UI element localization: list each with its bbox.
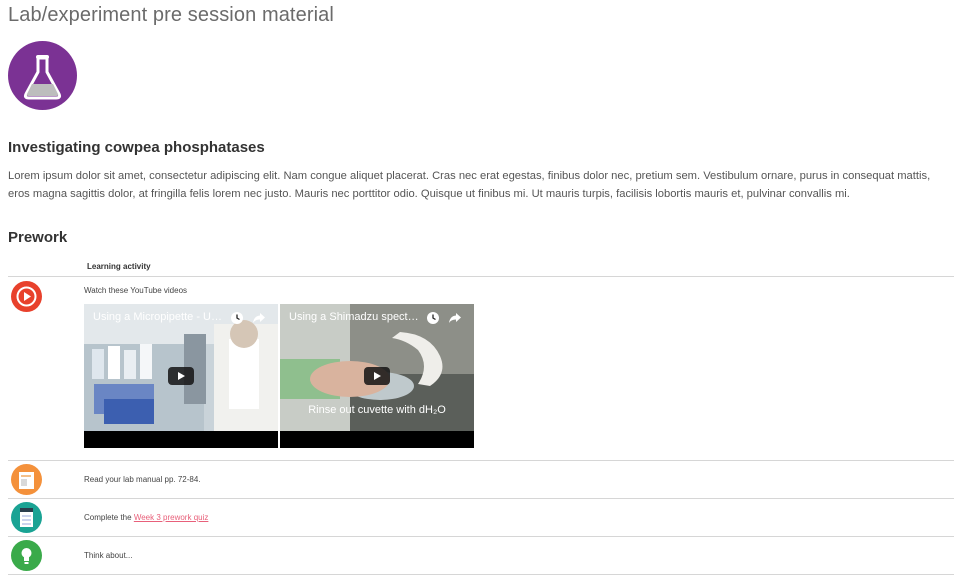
row-divider <box>8 460 954 461</box>
play-icon <box>11 281 42 312</box>
row-divider <box>8 498 954 499</box>
watch-videos-text: Watch these YouTube videos <box>84 286 188 295</box>
video-title: Using a Shimadzu spectro... <box>289 311 419 323</box>
play-button-icon[interactable] <box>168 367 194 385</box>
row-divider <box>8 574 954 575</box>
prework-heading: Prework <box>8 229 68 246</box>
quiz-row-prefix: Complete the <box>84 513 134 522</box>
video-spectrophotometer[interactable]: Using a Shimadzu spectro... Rinse out cu… <box>280 304 474 448</box>
row-divider <box>8 536 954 537</box>
learning-activity-column-header: Learning activity <box>87 262 151 271</box>
video-title: Using a Micropipette - Uni... <box>93 311 223 323</box>
share-icon[interactable] <box>252 311 266 325</box>
experiment-description: Lorem ipsum dolor sit amet, consectetur … <box>8 170 931 200</box>
watch-later-icon[interactable] <box>230 311 244 325</box>
play-button-icon[interactable] <box>364 367 390 385</box>
video-caption: Rinse out cuvette with dH₂O <box>308 404 446 416</box>
page-title: Lab/experiment pre session material <box>8 4 334 26</box>
week-3-prework-quiz-link[interactable]: Week 3 prework quiz <box>134 513 209 522</box>
lightbulb-icon <box>11 540 42 571</box>
quiz-row-text: Complete the Week 3 prework quiz <box>84 513 208 522</box>
think-about-text: Think about... <box>84 551 133 560</box>
flask-icon <box>8 41 77 110</box>
lab-manual-text: Read your lab manual pp. 72-84. <box>84 475 201 484</box>
watch-later-icon[interactable] <box>426 311 440 325</box>
table-header-divider <box>8 276 954 277</box>
quiz-icon <box>11 502 42 533</box>
share-icon[interactable] <box>448 311 462 325</box>
book-icon <box>11 464 42 495</box>
experiment-heading: Investigating cowpea phosphatases <box>8 139 265 156</box>
video-micropipette[interactable]: Using a Micropipette - Uni... <box>84 304 278 448</box>
